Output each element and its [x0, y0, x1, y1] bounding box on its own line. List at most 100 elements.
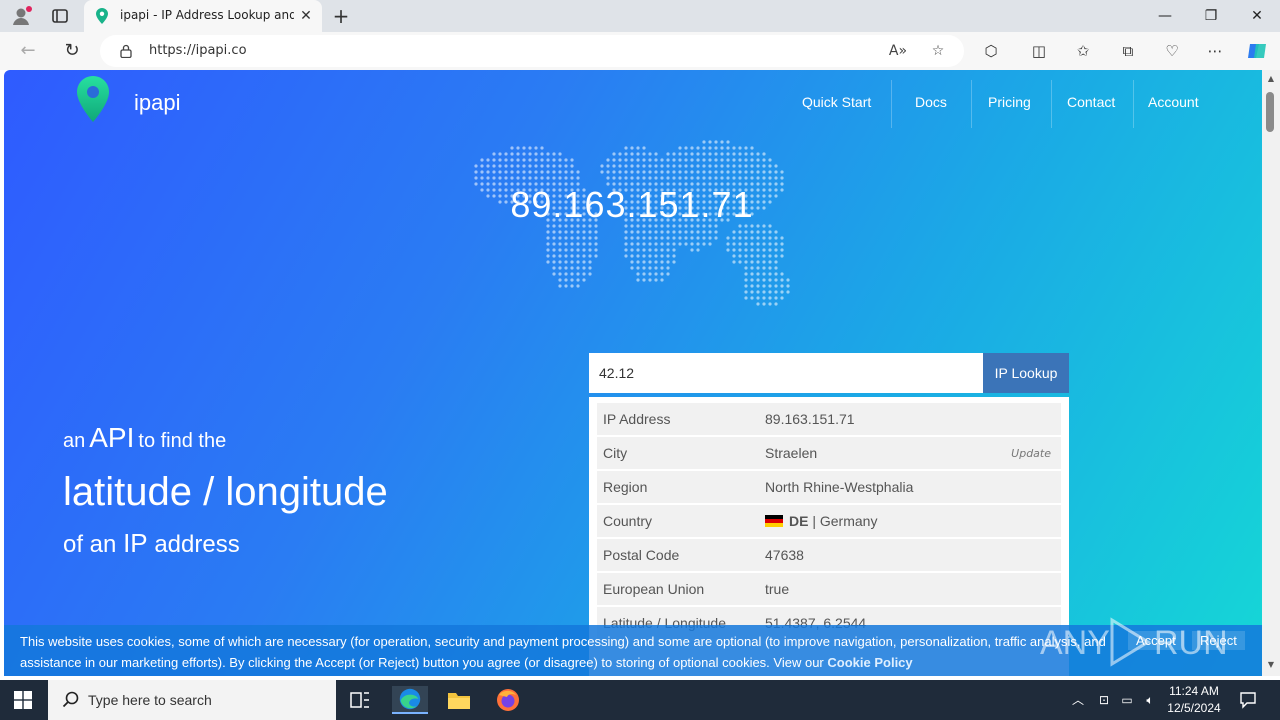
- split-screen-icon[interactable]: ◫: [1028, 41, 1050, 61]
- row-label: Region: [603, 479, 648, 495]
- extensions-icon[interactable]: ⬡: [980, 41, 1002, 61]
- ipapi-favicon-icon: [96, 8, 108, 24]
- tab-ipapi[interactable]: ipapi - IP Address Lookup and Geolocatio…: [84, 0, 322, 32]
- hero-tagline-3: of an IP address: [63, 528, 240, 559]
- file-explorer-icon[interactable]: [441, 686, 477, 714]
- row-label: IP Address: [603, 411, 671, 427]
- ip-search-input[interactable]: [589, 353, 983, 393]
- row-label: Postal Code: [603, 547, 680, 563]
- germany-flag-icon: [765, 515, 783, 527]
- network-drive-icon[interactable]: ⊡: [1096, 692, 1112, 708]
- read-aloud-icon[interactable]: A»: [888, 42, 908, 60]
- anyrun-watermark-icon: ANY RUN: [1040, 617, 1228, 667]
- row-value: North Rhine-Westphalia: [765, 479, 914, 495]
- clock-time: 11:24 AM: [1169, 684, 1219, 698]
- favorite-star-icon[interactable]: ☆: [928, 42, 948, 60]
- close-window-icon[interactable]: ✕: [1234, 0, 1280, 32]
- url-text[interactable]: https://ipapi.co: [149, 43, 247, 58]
- nav-pricing[interactable]: Pricing: [988, 94, 1031, 110]
- hero-text: an: [63, 430, 86, 452]
- update-city-link[interactable]: Update: [1011, 447, 1051, 460]
- row-value: Straelen: [765, 445, 818, 461]
- row-label: City: [603, 445, 628, 461]
- firefox-icon[interactable]: [490, 686, 526, 714]
- page-scrollbar[interactable]: ▲ ▼: [1262, 70, 1280, 676]
- world-map-dots: [474, 140, 790, 306]
- tab-title: ipapi - IP Address Lookup and Geolocatio…: [120, 8, 294, 22]
- row-value: 47638: [765, 547, 804, 563]
- svg-text:RUN: RUN: [1154, 624, 1228, 662]
- country-code: DE: [789, 513, 809, 529]
- close-tab-icon[interactable]: ✕: [298, 8, 314, 24]
- nav-divider: [1051, 80, 1052, 128]
- ip-lookup-button[interactable]: IP Lookup: [983, 353, 1069, 393]
- browser-essentials-icon[interactable]: ♡: [1161, 41, 1183, 61]
- nav-quick-start[interactable]: Quick Start: [802, 94, 871, 110]
- task-view-icon[interactable]: [342, 686, 378, 714]
- hero-text: address: [154, 531, 240, 558]
- hero-ip: IP: [123, 528, 148, 558]
- cookie-policy-link[interactable]: Cookie Policy: [827, 655, 912, 670]
- nav-divider: [1133, 80, 1134, 128]
- hero-api: API: [89, 422, 135, 453]
- hero-tagline-2: latitude / longitude: [63, 470, 388, 514]
- scroll-thumb[interactable]: [1266, 92, 1274, 132]
- current-ip-address: 89.163.151.71: [510, 184, 754, 225]
- minimize-icon[interactable]: —: [1142, 0, 1188, 32]
- row-value: 89.163.151.71: [765, 411, 855, 427]
- taskbar-clock[interactable]: 11:24 AM 12/5/2024: [1162, 683, 1226, 717]
- lock-icon[interactable]: [120, 44, 132, 58]
- table-row: Region North Rhine-Westphalia: [597, 471, 1061, 503]
- windows-taskbar: Type here to search ︿ ⊡ ▭ 🔈︎ 11:24 AM 12…: [0, 680, 1280, 720]
- logo-text[interactable]: ipapi: [134, 90, 180, 116]
- windows-start-icon[interactable]: [14, 691, 32, 709]
- table-row: City Straelen Update: [597, 437, 1061, 469]
- table-row: Postal Code 47638: [597, 539, 1061, 571]
- hero-tagline-1: an API to find the: [63, 422, 226, 454]
- new-tab-icon[interactable]: +: [330, 6, 352, 26]
- cookie-message: This website uses cookies, some of which…: [20, 634, 1106, 670]
- nav-divider: [971, 80, 972, 128]
- page-viewport: ipapi Quick Start Docs Pricing Contact A…: [4, 70, 1262, 676]
- row-value-country: DE | Germany: [765, 513, 877, 529]
- address-bar[interactable]: https://ipapi.co A» ☆: [100, 35, 964, 67]
- notifications-icon[interactable]: [1239, 691, 1257, 709]
- table-row: Country DE | Germany: [597, 505, 1061, 537]
- profile-icon[interactable]: [10, 5, 32, 27]
- nav-contact[interactable]: Contact: [1067, 94, 1115, 110]
- more-menu-icon[interactable]: ⋯: [1204, 41, 1226, 61]
- search-icon: [62, 691, 79, 708]
- row-label: European Union: [603, 581, 705, 597]
- scroll-up-icon[interactable]: ▲: [1265, 74, 1277, 86]
- refresh-icon[interactable]: ↻: [60, 40, 84, 62]
- table-row: IP Address 89.163.151.71: [597, 403, 1061, 435]
- back-icon[interactable]: ←: [16, 40, 40, 62]
- nav-docs[interactable]: Docs: [915, 94, 947, 110]
- hero-text: of an: [63, 531, 117, 558]
- nav-divider: [891, 80, 892, 128]
- ipapi-logo-icon[interactable]: [74, 74, 112, 124]
- favorites-icon[interactable]: ✩: [1072, 41, 1094, 61]
- volume-icon[interactable]: 🔈︎: [1142, 692, 1158, 708]
- taskbar-search[interactable]: Type here to search: [48, 680, 336, 720]
- restore-icon[interactable]: ❐: [1188, 0, 1234, 32]
- row-value: true: [765, 581, 790, 597]
- tray-overflow-icon[interactable]: ︿: [1070, 692, 1086, 708]
- row-label: Country: [603, 513, 653, 529]
- browser-titlebar: ipapi - IP Address Lookup and Geolocatio…: [0, 0, 1280, 32]
- collections-icon[interactable]: ⧉: [1117, 41, 1139, 61]
- country-name: | Germany: [812, 513, 878, 529]
- clock-date: 12/5/2024: [1167, 701, 1221, 715]
- tab-actions-icon[interactable]: [50, 6, 70, 26]
- hero-text: to find the: [138, 430, 227, 452]
- network-icon[interactable]: ▭: [1119, 692, 1135, 708]
- copilot-icon[interactable]: [1246, 41, 1268, 61]
- taskbar-search-placeholder: Type here to search: [88, 692, 212, 708]
- table-row: European Union true: [597, 573, 1061, 605]
- svg-text:ANY: ANY: [1040, 624, 1110, 662]
- nav-account[interactable]: Account: [1148, 94, 1199, 110]
- edge-browser-icon[interactable]: [392, 686, 428, 714]
- cookie-text: This website uses cookies, some of which…: [20, 631, 1120, 673]
- browser-toolbar: ← ↻ https://ipapi.co A» ☆ ⬡ ◫ ✩ ⧉ ♡ ⋯: [0, 32, 1280, 70]
- scroll-down-icon[interactable]: ▼: [1265, 660, 1277, 672]
